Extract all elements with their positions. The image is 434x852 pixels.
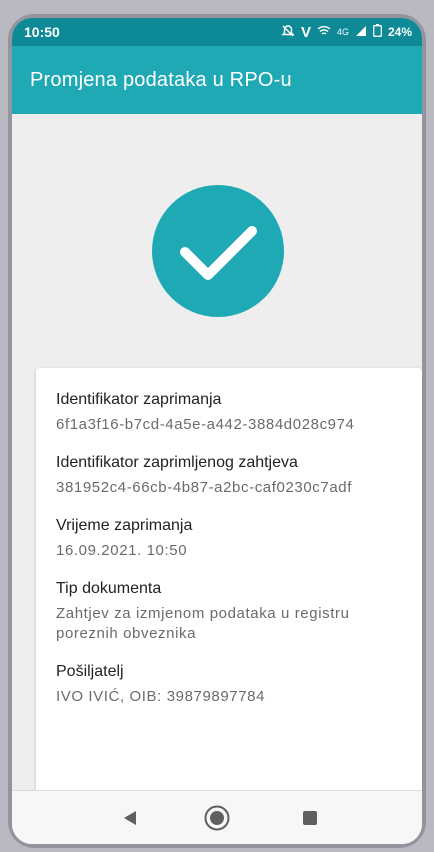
field-label: Pošiljatelj — [56, 663, 124, 680]
status-bar: 10:50 V 4G 24% — [12, 18, 422, 46]
home-button[interactable] — [203, 804, 231, 832]
home-icon — [204, 805, 230, 831]
mute-icon — [281, 24, 295, 41]
signal-icon — [355, 25, 367, 40]
field-document-type: Tip dokumenta Zahtjev za izmjenom podata… — [56, 579, 402, 644]
field-receipt-id: Identifikator zaprimanja 6f1a3f16-b7cd-4… — [56, 390, 402, 435]
field-label: Tip dokumenta — [56, 580, 162, 597]
back-icon — [124, 811, 136, 825]
page-title: Promjena podataka u RPO-u — [30, 68, 292, 91]
checkmark-icon — [152, 185, 284, 317]
field-value: 16.09.2021. 10:50 — [56, 542, 188, 559]
field-value: Zahtjev za izmjenom podataka u registru … — [56, 605, 350, 642]
app-bar: Promjena podataka u RPO-u — [12, 46, 422, 114]
field-request-id: Identifikator zaprimljenog zahtjeva 3819… — [56, 453, 402, 498]
navigation-bar — [12, 790, 422, 844]
status-time: 10:50 — [24, 24, 60, 40]
details-card: Identifikator zaprimanja 6f1a3f16-b7cd-4… — [36, 368, 422, 798]
phone-screen: 10:50 V 4G 24% Promjena podataka u RPO-u — [12, 18, 422, 844]
field-value: 6f1a3f16-b7cd-4a5e-a442-3884d028c974 — [56, 416, 355, 433]
field-value: 381952c4-66cb-4b87-a2bc-caf0230c7adf — [56, 479, 352, 496]
battery-icon — [373, 24, 382, 40]
wifi-icon — [317, 25, 331, 40]
recents-button[interactable] — [296, 804, 324, 832]
status-icons: V 4G 24% — [281, 24, 412, 41]
volte-icon: V — [300, 23, 311, 41]
field-value: IVO IVIĆ, OIB: 39879897784 — [56, 688, 266, 705]
battery-level: 24% — [387, 25, 412, 39]
field-receipt-time: Vrijeme zaprimanja 16.09.2021. 10:50 — [56, 516, 402, 561]
back-button[interactable] — [116, 804, 144, 832]
success-indicator — [152, 185, 284, 317]
field-sender: Pošiljatelj IVO IVIĆ, OIB: 39879897784 — [56, 662, 402, 707]
field-label: Identifikator zaprimanja — [56, 391, 222, 408]
field-label: Vrijeme zaprimanja — [56, 517, 193, 534]
field-label: Identifikator zaprimljenog zahtjeva — [56, 454, 298, 471]
recents-icon — [303, 811, 317, 825]
network-type: 4G — [336, 27, 349, 37]
